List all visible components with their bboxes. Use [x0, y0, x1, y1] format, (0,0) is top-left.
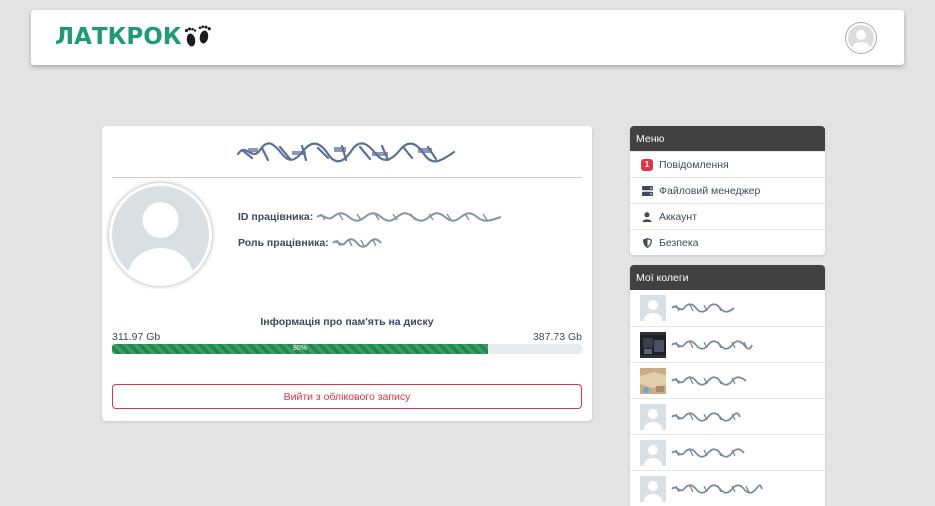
redacted-colleague-name — [671, 411, 741, 422]
redacted-colleague-name — [671, 375, 747, 386]
redacted-colleague-name — [671, 339, 753, 350]
logo[interactable]: ЛАТКРОК — [55, 23, 214, 51]
colleague-item[interactable] — [630, 434, 825, 470]
logout-button[interactable]: Вийти з облікового запису — [112, 384, 582, 409]
redacted-employee-role — [331, 238, 382, 248]
logo-text: ЛАТКРОК — [55, 24, 182, 50]
disk-used-value: 311.97 Gb — [112, 331, 161, 343]
colleagues-title: Мої колеги — [630, 265, 825, 290]
menu-panel: Меню 1 Повідомлення Файловий менеджер Ак… — [630, 126, 825, 255]
employee-role-label: Роль працівника: — [238, 237, 329, 249]
user-silhouette-icon — [127, 202, 194, 283]
menu-item-account[interactable]: Аккаунт — [630, 203, 825, 229]
redacted-employee-id — [316, 212, 502, 222]
colleague-item[interactable] — [630, 362, 825, 398]
menu-item-label: Безпека — [659, 236, 699, 249]
user-avatar[interactable] — [846, 23, 876, 53]
redacted-employee-name — [236, 142, 456, 163]
employee-role-row: Роль працівника: — [238, 237, 383, 249]
colleague-avatar — [640, 367, 666, 394]
colleague-item[interactable] — [630, 290, 825, 326]
colleague-avatar — [640, 295, 666, 321]
divider — [112, 177, 582, 178]
disk-progress-fill: 80% — [112, 344, 488, 354]
redacted-colleague-name — [671, 483, 763, 494]
menu-item-label: Повідомлення — [659, 158, 729, 171]
disk-info-title: Інформація про пам'ять на диску — [260, 316, 434, 328]
profile-card: ID працівника: Роль працівника: Інформац… — [102, 126, 592, 421]
colleague-avatar — [640, 331, 666, 358]
profile-avatar — [112, 186, 209, 283]
colleague-avatar — [640, 475, 666, 502]
menu-item-label: Файловий менеджер — [659, 184, 761, 197]
menu-item-security[interactable]: Безпека — [630, 229, 825, 255]
employee-id-label: ID працівника: — [238, 211, 314, 223]
colleague-item[interactable] — [630, 470, 825, 506]
colleague-avatar — [640, 439, 666, 466]
menu-item-file-manager[interactable]: Файловий менеджер — [630, 177, 825, 203]
menu-item-messages[interactable]: 1 Повідомлення — [630, 151, 825, 177]
colleague-avatar — [640, 403, 666, 430]
shield-icon — [640, 237, 654, 248]
redacted-colleague-name — [671, 447, 745, 458]
menu-title: Меню — [630, 126, 825, 151]
colleague-item[interactable] — [630, 326, 825, 362]
disk-total-value: 387.73 Gb — [532, 331, 582, 343]
top-header: ЛАТКРОК — [31, 10, 904, 65]
user-icon — [640, 211, 654, 222]
disk-progress-bar: 80% — [112, 344, 582, 354]
colleague-item[interactable] — [630, 398, 825, 434]
colleagues-panel: Мої колеги — [630, 265, 825, 506]
employee-id-row: ID працівника: — [238, 211, 503, 223]
user-silhouette-icon — [852, 30, 870, 51]
server-icon — [640, 185, 654, 196]
menu-item-label: Аккаунт — [659, 210, 698, 223]
baby-feet-icon — [184, 25, 211, 47]
redacted-colleague-name — [671, 303, 735, 313]
unread-count-badge: 1 — [640, 158, 654, 171]
